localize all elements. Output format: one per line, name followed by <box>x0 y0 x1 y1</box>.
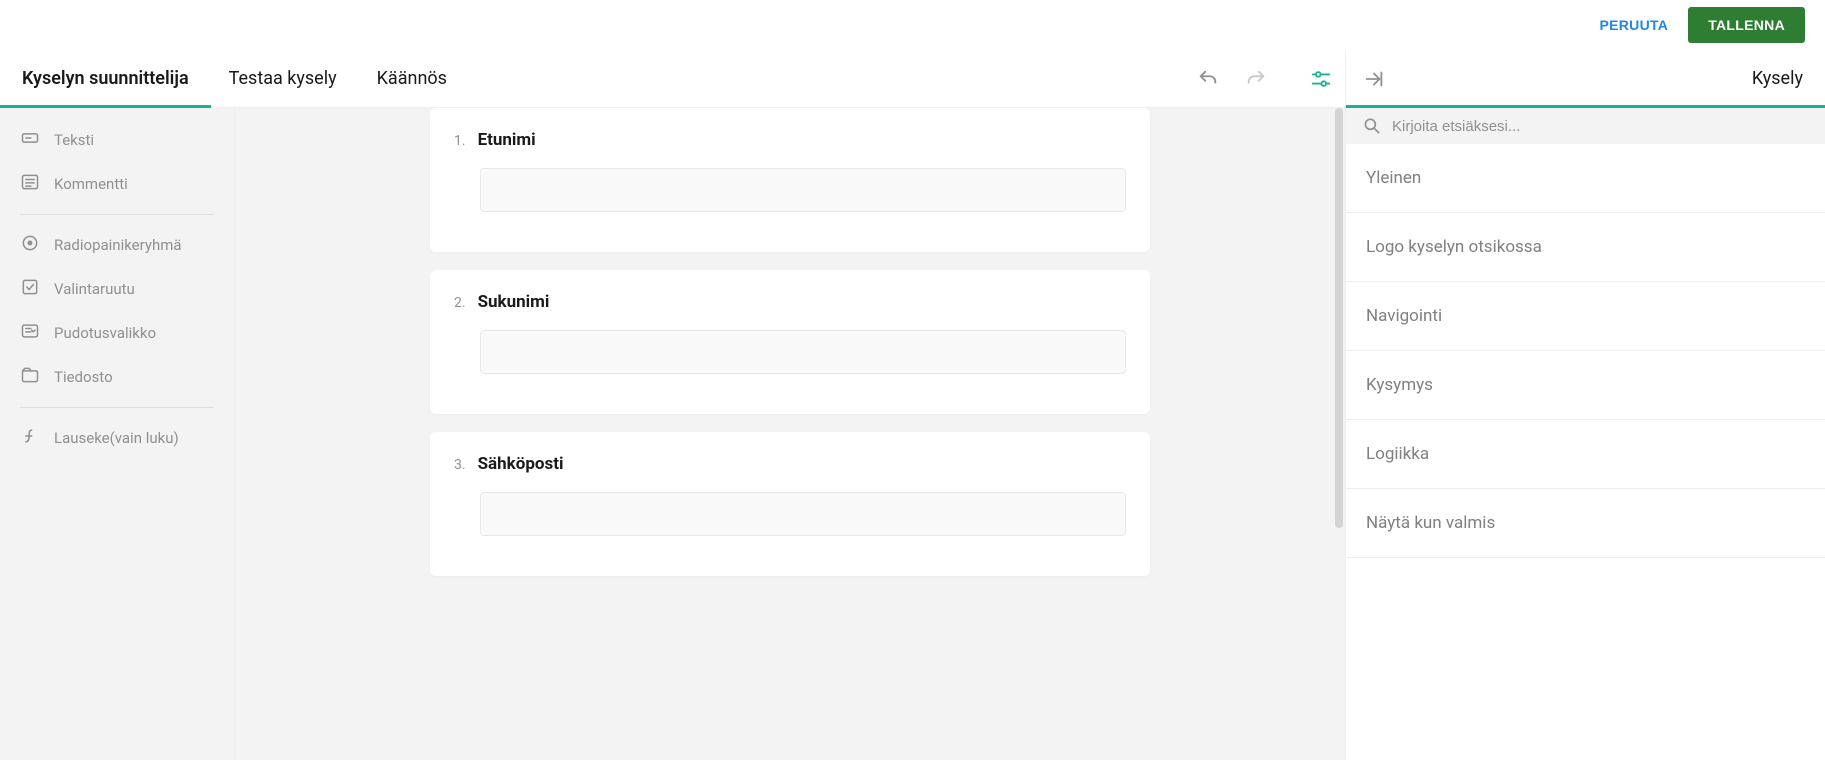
redo-icon <box>1245 68 1267 90</box>
question-header: 1. Etunimi <box>454 130 1126 150</box>
accordion-section[interactable]: Logiikka <box>1346 420 1825 489</box>
main-area: Teksti Kommentti Radiopainikeryhmä Valinta… <box>0 108 1825 760</box>
expression-item[interactable]: Lauseke(vain luku) <box>0 416 234 460</box>
undo-button[interactable] <box>1184 50 1232 107</box>
tab-action-icons <box>1184 50 1345 107</box>
question-header: 2. Sukunimi <box>454 292 1126 312</box>
canvas-scrollbar[interactable] <box>1335 108 1343 528</box>
toolbox-item-label: Teksti <box>54 131 94 149</box>
toolbox-item-label: Radiopainikeryhmä <box>54 236 182 254</box>
toolbox-item-label: Kommentti <box>54 175 128 193</box>
toolbox-item-label: Valintaruutu <box>54 280 135 298</box>
dropdown-icon <box>20 321 40 345</box>
file-icon <box>20 365 40 389</box>
tab-designer[interactable]: Kyselyn suunnittelija <box>22 50 189 107</box>
question-input-wrap <box>480 492 1126 536</box>
top-bar: PERUUTA TALLENNA <box>0 0 1825 50</box>
fx-icon <box>20 426 40 450</box>
toolbox-item-label: Tiedosto <box>54 368 113 386</box>
save-button[interactable]: TALLENNA <box>1688 7 1805 43</box>
accordion-section[interactable]: Yleinen <box>1346 144 1825 213</box>
question-number: 3. <box>454 457 466 473</box>
toolbox-item-label: Pudotusvalikko <box>54 324 156 342</box>
question-number: 1. <box>454 133 466 149</box>
toolbox-separator <box>20 407 214 408</box>
question-title[interactable]: Etunimi <box>478 130 536 150</box>
properties-search <box>1346 108 1825 144</box>
toolbox: Teksti Kommentti Radiopainikeryhmä Valinta… <box>0 108 235 760</box>
accordion-section[interactable]: Navigointi <box>1346 282 1825 351</box>
design-canvas[interactable]: 1. Etunimi 2. Sukunimi 3. Sähköposti <box>235 108 1345 760</box>
accordion-section[interactable]: Näytä kun valmis <box>1346 489 1825 558</box>
tab-translate[interactable]: Käännös <box>377 50 447 107</box>
right-panel-title: Kysely <box>1402 50 1825 107</box>
radiogroup-item[interactable]: Radiopainikeryhmä <box>0 223 234 267</box>
question-number: 2. <box>454 295 466 311</box>
question-input-wrap <box>480 330 1126 374</box>
question-title[interactable]: Sähköposti <box>478 454 564 474</box>
tabs: Kyselyn suunnittelija Testaa kysely Kään… <box>0 50 447 107</box>
checkbox-item[interactable]: Valintaruutu <box>0 267 234 311</box>
right-panel-header: Kysely <box>1345 50 1825 107</box>
text-icon <box>20 128 40 152</box>
text-input-preview[interactable] <box>480 168 1126 212</box>
collapse-right-icon <box>1363 68 1385 90</box>
file-item[interactable]: Tiedosto <box>0 355 234 399</box>
radio-icon <box>20 233 40 257</box>
accordion-section[interactable]: Logo kyselyn otsikossa <box>1346 213 1825 282</box>
text-input-preview[interactable] <box>480 330 1126 374</box>
comment-icon <box>20 172 40 196</box>
redo-button[interactable] <box>1232 50 1280 107</box>
dropdown-item[interactable]: Pudotusvalikko <box>0 311 234 355</box>
tab-row: Kyselyn suunnittelija Testaa kysely Kään… <box>0 50 1825 108</box>
accordion-section[interactable]: Kysymys <box>1346 351 1825 420</box>
toolbox-separator <box>20 214 214 215</box>
text-item[interactable]: Teksti <box>0 118 234 162</box>
check-icon <box>20 277 40 301</box>
comment-item[interactable]: Kommentti <box>0 162 234 206</box>
toolbox-item-label: Lauseke(vain luku) <box>54 429 179 447</box>
question-card[interactable]: 3. Sähköposti <box>430 432 1150 576</box>
tab-test[interactable]: Testaa kysely <box>229 50 337 107</box>
settings-toggle-button[interactable] <box>1297 50 1345 107</box>
question-card[interactable]: 2. Sukunimi <box>430 270 1150 414</box>
collapse-panel-button[interactable] <box>1346 50 1402 107</box>
question-title[interactable]: Sukunimi <box>478 292 550 312</box>
search-input[interactable] <box>1392 118 1809 135</box>
question-input-wrap <box>480 168 1126 212</box>
text-input-preview[interactable] <box>480 492 1126 536</box>
cancel-button[interactable]: PERUUTA <box>1599 17 1668 33</box>
sliders-icon <box>1310 68 1332 90</box>
question-header: 3. Sähköposti <box>454 454 1126 474</box>
question-card[interactable]: 1. Etunimi <box>430 108 1150 252</box>
app-root: PERUUTA TALLENNA Kyselyn suunnittelija T… <box>0 0 1825 760</box>
search-icon <box>1362 116 1382 136</box>
undo-icon <box>1197 68 1219 90</box>
properties-panel: YleinenLogo kyselyn otsikossaNavigointiK… <box>1345 108 1825 760</box>
